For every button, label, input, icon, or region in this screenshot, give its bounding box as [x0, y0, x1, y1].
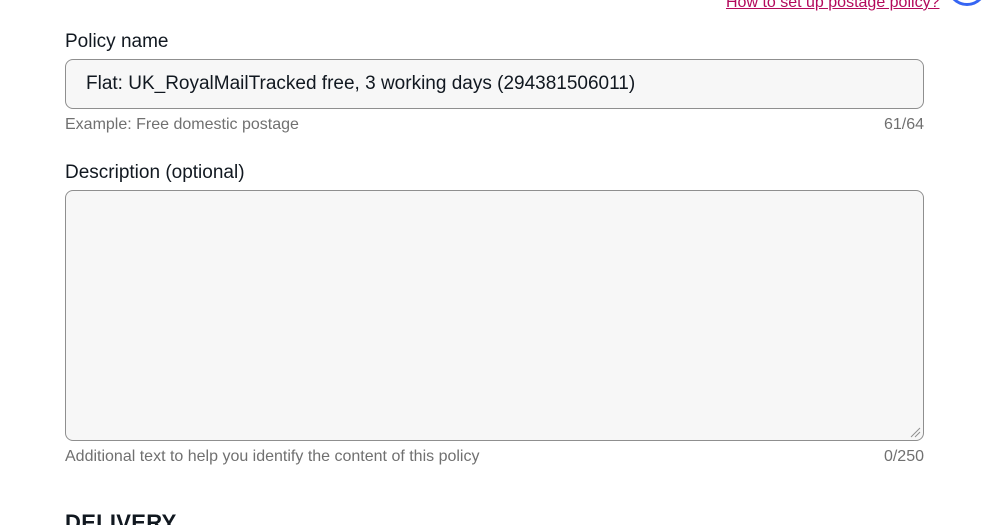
- delivery-section-heading: DELIVERY: [65, 510, 177, 525]
- policy-name-label: Policy name: [65, 31, 169, 52]
- description-textarea[interactable]: [65, 190, 924, 441]
- description-hint: Additional text to help you identify the…: [65, 448, 480, 465]
- resize-grip-icon[interactable]: [909, 426, 921, 438]
- policy-name-input[interactable]: [65, 59, 924, 109]
- postage-policy-help-link[interactable]: How to set up postage policy?: [726, 0, 939, 12]
- description-label: Description (optional): [65, 162, 245, 183]
- description-char-counter: 0/250: [883, 448, 924, 465]
- postage-policy-form: How to set up postage policy? Policy nam…: [0, 0, 999, 525]
- policy-name-hint: Example: Free domestic postage: [65, 116, 299, 133]
- help-circle-icon[interactable]: [947, 0, 987, 6]
- policy-name-char-counter: 61/64: [883, 116, 924, 133]
